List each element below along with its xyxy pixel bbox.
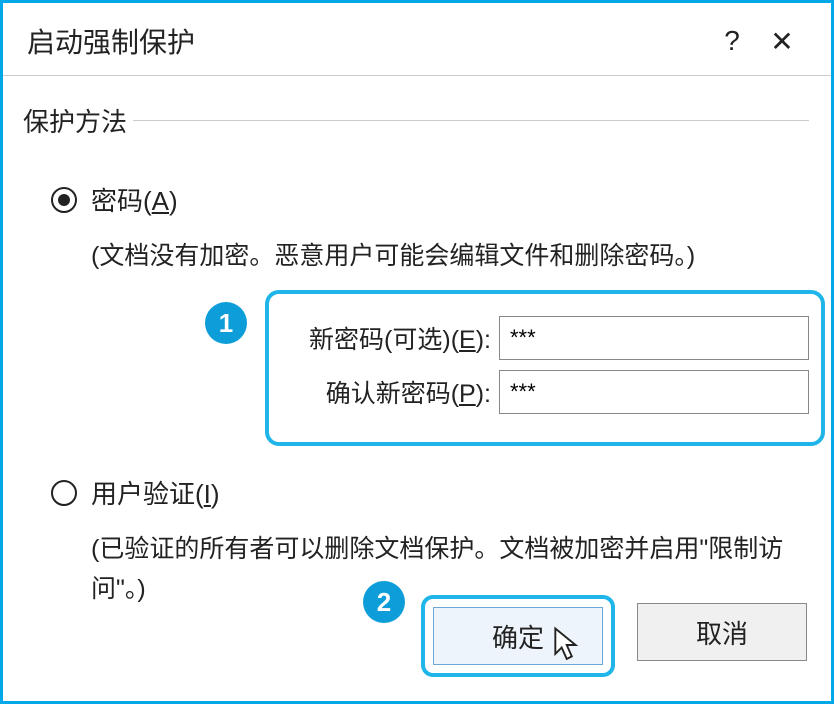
- password-block: 1 新密码(可选)(E): 确认新密码(P):: [193, 290, 811, 446]
- callout-badge-2: 2: [363, 581, 405, 623]
- cancel-button[interactable]: 取消: [637, 603, 807, 661]
- password-hint: (文档没有加密。恶意用户可能会编辑文件和删除密码。): [91, 236, 811, 276]
- cursor-icon: [552, 626, 584, 664]
- start-enforce-protection-dialog: 启动强制保护 ? ✕ 保护方法 密码(A) (文档没有加密。恶意用户可能会编辑文…: [0, 0, 834, 704]
- new-password-row: 新密码(可选)(E):: [281, 316, 809, 360]
- titlebar: 启动强制保护 ? ✕: [3, 3, 831, 76]
- radio-userauth[interactable]: [51, 480, 77, 506]
- group-label: 保护方法: [23, 102, 135, 139]
- radio-password-label: 密码(A): [91, 181, 178, 218]
- new-password-input[interactable]: [499, 316, 809, 360]
- ok-button[interactable]: 确定: [433, 607, 603, 665]
- radio-password[interactable]: [51, 187, 77, 213]
- close-icon[interactable]: ✕: [757, 25, 807, 58]
- new-password-label: 新密码(可选)(E):: [281, 320, 499, 356]
- ok-highlight-box: 确定: [421, 595, 615, 677]
- help-icon[interactable]: ?: [707, 25, 757, 57]
- dialog-title: 启动强制保护: [27, 21, 707, 61]
- radio-row-password[interactable]: 密码(A): [51, 181, 811, 218]
- password-highlight-box: 新密码(可选)(E): 确认新密码(P):: [265, 290, 825, 446]
- confirm-password-row: 确认新密码(P):: [281, 370, 809, 414]
- confirm-password-label: 确认新密码(P):: [281, 374, 499, 410]
- button-row: 2 确定 取消: [363, 595, 807, 677]
- radio-userauth-label: 用户验证(I): [91, 474, 220, 511]
- radio-row-userauth[interactable]: 用户验证(I): [51, 474, 811, 511]
- confirm-password-input[interactable]: [499, 370, 809, 414]
- group-divider: [133, 120, 809, 121]
- dialog-content: 保护方法 密码(A) (文档没有加密。恶意用户可能会编辑文件和删除密码。) 1 …: [3, 76, 831, 701]
- callout-badge-1: 1: [205, 302, 247, 344]
